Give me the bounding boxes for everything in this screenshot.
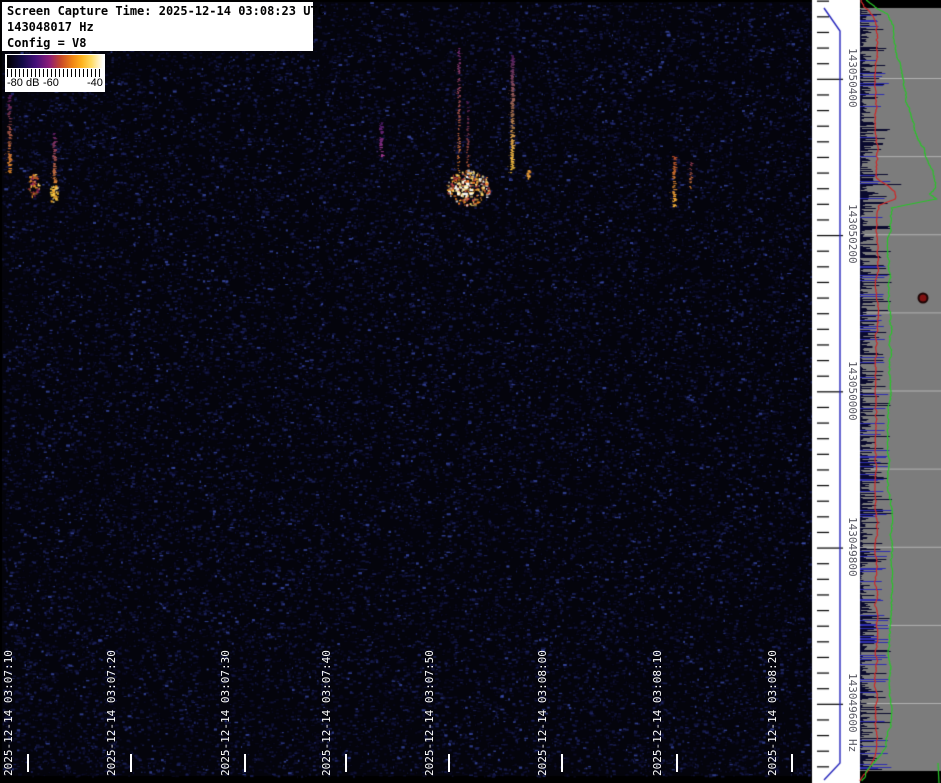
spectrogram-display-canvas bbox=[0, 0, 941, 783]
time-label-030730: 2025-12-14 03:07:30 bbox=[219, 650, 232, 776]
time-tick-mark bbox=[345, 754, 347, 772]
time-label-030740: 2025-12-14 03:07:40 bbox=[320, 650, 333, 776]
time-tick-mark bbox=[244, 754, 246, 772]
legend-label-minus40db: -40 bbox=[87, 77, 103, 89]
freq-label-143050200: 143050200 bbox=[846, 204, 859, 264]
legend-label-minus60db: -60 bbox=[43, 77, 59, 89]
legend-label-minus80db: -80 dB bbox=[7, 77, 40, 89]
colormap-gradient-bar bbox=[7, 55, 103, 68]
time-label-030750: 2025-12-14 03:07:50 bbox=[423, 650, 436, 776]
colormap-tick-ruler bbox=[7, 69, 103, 77]
config-text: Config = V8 bbox=[7, 36, 87, 50]
db-color-scale-legend: -80 dB -60 -40 bbox=[5, 54, 105, 92]
time-tick-mark bbox=[130, 754, 132, 772]
time-tick-mark bbox=[676, 754, 678, 772]
time-tick-mark bbox=[561, 754, 563, 772]
capture-info-box: Screen Capture Time: 2025-12-14 03:08:23… bbox=[2, 2, 325, 51]
time-label-030720: 2025-12-14 03:07:20 bbox=[105, 650, 118, 776]
capture-time-text: Screen Capture Time: 2025-12-14 03:08:23… bbox=[7, 4, 325, 18]
time-tick-mark bbox=[791, 754, 793, 772]
tuned-frequency-text: 143048017 Hz bbox=[7, 20, 94, 34]
time-label-030710: 2025-12-14 03:07:10 bbox=[2, 650, 15, 776]
freq-label-143050000: 143050000 bbox=[846, 361, 859, 421]
time-label-030810: 2025-12-14 03:08:10 bbox=[651, 650, 664, 776]
time-tick-mark bbox=[27, 754, 29, 772]
time-tick-mark bbox=[448, 754, 450, 772]
freq-label-143049600: 143049600 bbox=[846, 673, 859, 733]
freq-unit-label: Hz bbox=[846, 739, 859, 753]
screen-capture-root: Screen Capture Time: 2025-12-14 03:08:23… bbox=[0, 0, 941, 783]
time-label-030800: 2025-12-14 03:08:00 bbox=[536, 650, 549, 776]
freq-label-143049800: 143049800 bbox=[846, 517, 859, 577]
freq-label-143050400: 143050400 bbox=[846, 48, 859, 108]
time-label-030820: 2025-12-14 03:08:20 bbox=[766, 650, 779, 776]
